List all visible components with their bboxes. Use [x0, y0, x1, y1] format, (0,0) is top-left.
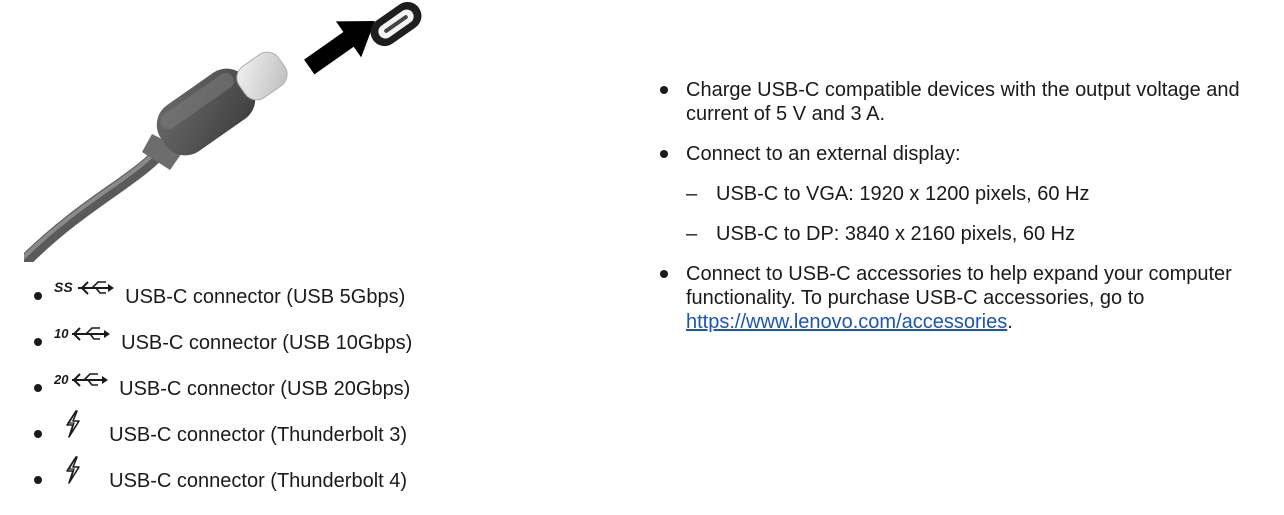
list-item: 20 USB-C connector (USB 20Gbps): [34, 366, 412, 412]
list-item: 10 USB-C connector (USB 10Gbps): [34, 320, 412, 366]
usb-c-illustration: [19, 0, 434, 267]
svg-text:10: 10: [54, 326, 69, 341]
bullet: [34, 337, 42, 346]
bullet: [34, 383, 42, 392]
list-item: USB-C connector (Thunderbolt 3): [34, 409, 412, 458]
bullet: [34, 475, 42, 484]
connector-type-list: SS USB-C connector (USB 5Gbps) 10 USB-C …: [34, 274, 412, 504]
list-item: Charge USB-C compatible devices with the…: [660, 78, 1270, 126]
connector-label: USB-C connector (Thunderbolt 3): [109, 424, 408, 446]
thunderbolt-icon: [64, 455, 82, 501]
usb-20-icon: 20: [53, 361, 110, 407]
dash: –: [686, 223, 698, 245]
bullet: [660, 270, 668, 278]
sub-list-item: – USB-C to DP: 3840 x 2160 pixels, 60 Hz: [686, 222, 1270, 246]
bullet: [660, 150, 668, 158]
accessories-link[interactable]: https://www.lenovo.com/accessories: [686, 311, 1007, 333]
display-sub-list: – USB-C to VGA: 1920 x 1200 pixels, 60 H…: [686, 182, 1270, 246]
bullet: [660, 86, 668, 94]
usb-10-icon: 10: [54, 315, 112, 361]
charge-text: Charge USB-C compatible devices with the…: [686, 79, 1240, 125]
connector-label: USB-C connector (USB 5Gbps): [125, 286, 406, 308]
list-item: SS USB-C connector (USB 5Gbps): [34, 274, 412, 320]
connector-label: USB-C connector (USB 20Gbps): [119, 378, 411, 400]
sub-list-item: – USB-C to VGA: 1920 x 1200 pixels, 60 H…: [686, 182, 1270, 206]
connector-label: USB-C connector (Thunderbolt 4): [109, 470, 408, 492]
insert-arrow: [304, 21, 375, 75]
thunderbolt-icon: [64, 409, 82, 455]
list-item: Connect to USB-C accessories to help exp…: [660, 262, 1270, 334]
accessories-text: Connect to USB-C accessories to help exp…: [686, 263, 1232, 309]
display-intro-text: Connect to an external display:: [686, 143, 961, 165]
svg-text:20: 20: [54, 372, 69, 387]
feature-list: Charge USB-C compatible devices with the…: [660, 78, 1270, 350]
accessories-suffix: .: [1007, 311, 1013, 333]
display-dp-text: USB-C to DP: 3840 x 2160 pixels, 60 Hz: [716, 223, 1076, 245]
dash: –: [686, 183, 698, 205]
connector-label: USB-C connector (USB 10Gbps): [121, 332, 413, 354]
display-vga-text: USB-C to VGA: 1920 x 1200 pixels, 60 Hz: [716, 183, 1090, 205]
list-item: USB-C connector (Thunderbolt 4): [34, 455, 412, 504]
bullet: [34, 429, 42, 438]
bullet: [34, 291, 42, 300]
list-item: Connect to an external display: – USB-C …: [660, 142, 1270, 246]
svg-text:SS: SS: [54, 279, 73, 295]
ss-usb-icon: SS: [54, 269, 116, 315]
